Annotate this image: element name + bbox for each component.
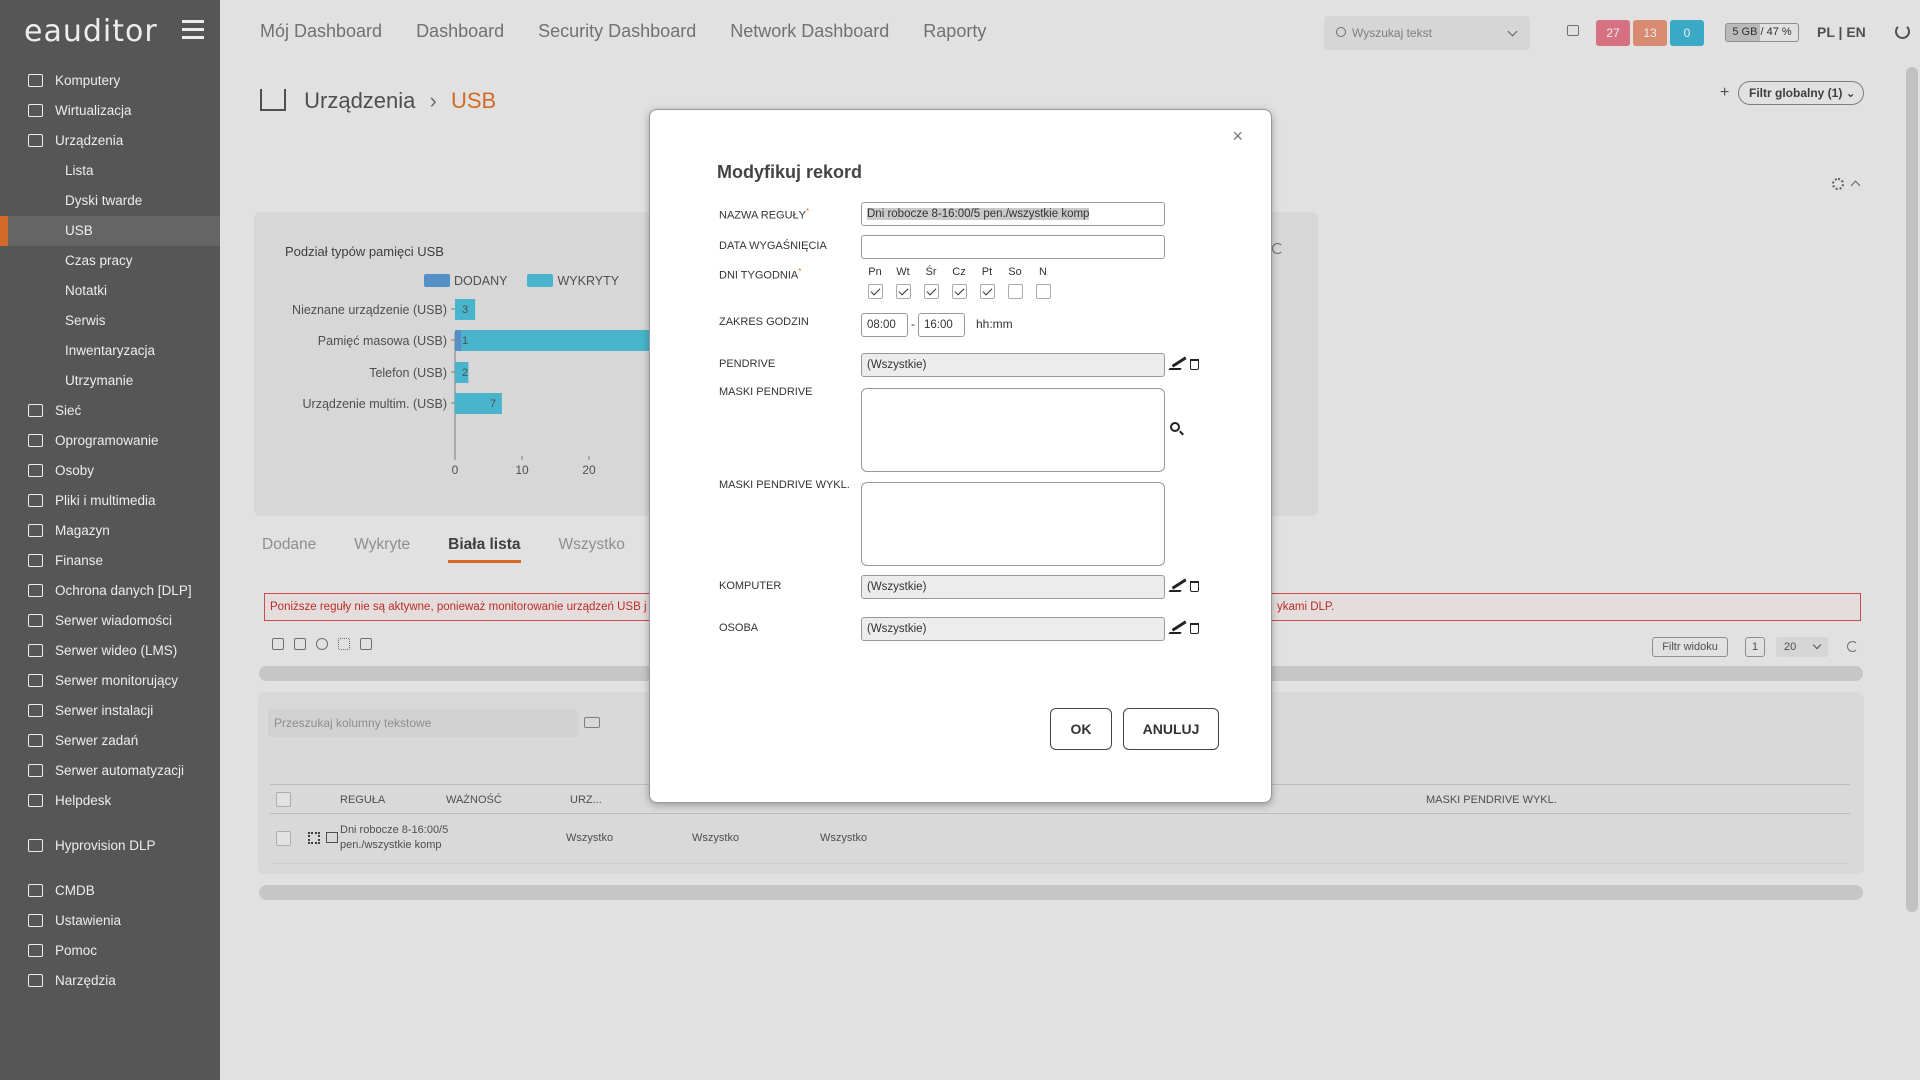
edit-computer-icon[interactable] — [1168, 580, 1188, 592]
pendrive-masks-excl-textarea[interactable] — [861, 482, 1165, 566]
time-from-input[interactable]: 08:00 — [861, 313, 908, 337]
time-to-input[interactable]: 16:00 — [918, 313, 965, 337]
weekday-label: Śr — [925, 266, 937, 278]
weekday-checkbox[interactable] — [895, 284, 911, 299]
label-person: OSOBA — [719, 622, 759, 634]
search-masks-icon[interactable] — [1170, 422, 1180, 432]
weekday-checkboxes: Pn Wt Śr Cz Pt So N — [861, 266, 1057, 299]
weekday-checkbox[interactable] — [867, 284, 883, 299]
time-format-hint: hh:mm — [976, 317, 1013, 331]
weekday-wt: Wt — [889, 266, 917, 299]
edit-person-icon[interactable] — [1168, 622, 1188, 634]
close-icon[interactable]: × — [1232, 126, 1243, 147]
modify-record-dialog: × Modyfikuj rekord NAZWA REGUŁY* Dni rob… — [649, 109, 1272, 803]
delete-person-icon[interactable] — [1190, 623, 1199, 634]
weekday-pt: Pt — [973, 266, 1001, 299]
label-computer: KOMPUTER — [719, 580, 782, 592]
expiry-date-input[interactable] — [861, 235, 1165, 259]
person-field[interactable]: (Wszystkie) — [861, 617, 1165, 641]
delete-computer-icon[interactable] — [1190, 581, 1199, 592]
dialog-title: Modyfikuj rekord — [717, 162, 863, 182]
weekday-label: So — [1008, 266, 1022, 278]
computer-field[interactable]: (Wszystkie) — [861, 575, 1165, 599]
weekday-checkbox[interactable] — [923, 284, 939, 299]
pendrive-masks-textarea[interactable] — [861, 388, 1165, 472]
time-separator: - — [911, 317, 915, 331]
label-expiry-date: DATA WYGAŚNIĘCIA — [719, 240, 827, 252]
rule-name-input[interactable]: Dni robocze 8-16:00/5 pen./wszystkie kom… — [861, 202, 1165, 226]
weekday-label: Wt — [896, 266, 910, 278]
weekday-śr: Śr — [917, 266, 945, 299]
label-pendrive-masks: MASKI PENDRIVE — [719, 386, 813, 398]
weekday-label: N — [1039, 266, 1047, 278]
edit-pendrive-icon[interactable] — [1168, 358, 1188, 370]
ok-button[interactable]: OK — [1050, 708, 1112, 750]
weekday-label: Pt — [981, 266, 993, 278]
weekday-label: Pn — [868, 266, 882, 278]
label-weekdays: DNI TYGODNIA* — [719, 267, 802, 282]
delete-pendrive-icon[interactable] — [1190, 359, 1199, 370]
weekday-so: So — [1001, 266, 1029, 299]
label-pendrive-masks-excl: MASKI PENDRIVE WYKL. — [719, 479, 850, 491]
pendrive-field[interactable]: (Wszystkie) — [861, 353, 1165, 377]
label-rule-name: NAZWA REGUŁY* — [719, 207, 810, 222]
weekday-n: N — [1029, 266, 1057, 299]
weekday-checkbox[interactable] — [1007, 284, 1023, 299]
weekday-checkbox[interactable] — [1035, 284, 1051, 299]
label-pendrive: PENDRIVE — [719, 358, 776, 370]
weekday-checkbox[interactable] — [951, 284, 967, 299]
weekday-cz: Cz — [945, 266, 973, 299]
weekday-checkbox[interactable] — [979, 284, 995, 299]
label-hours-range: ZAKRES GODZIN — [719, 316, 809, 328]
cancel-button[interactable]: ANULUJ — [1123, 708, 1219, 750]
weekday-pn: Pn — [861, 266, 889, 299]
weekday-label: Cz — [952, 266, 966, 278]
